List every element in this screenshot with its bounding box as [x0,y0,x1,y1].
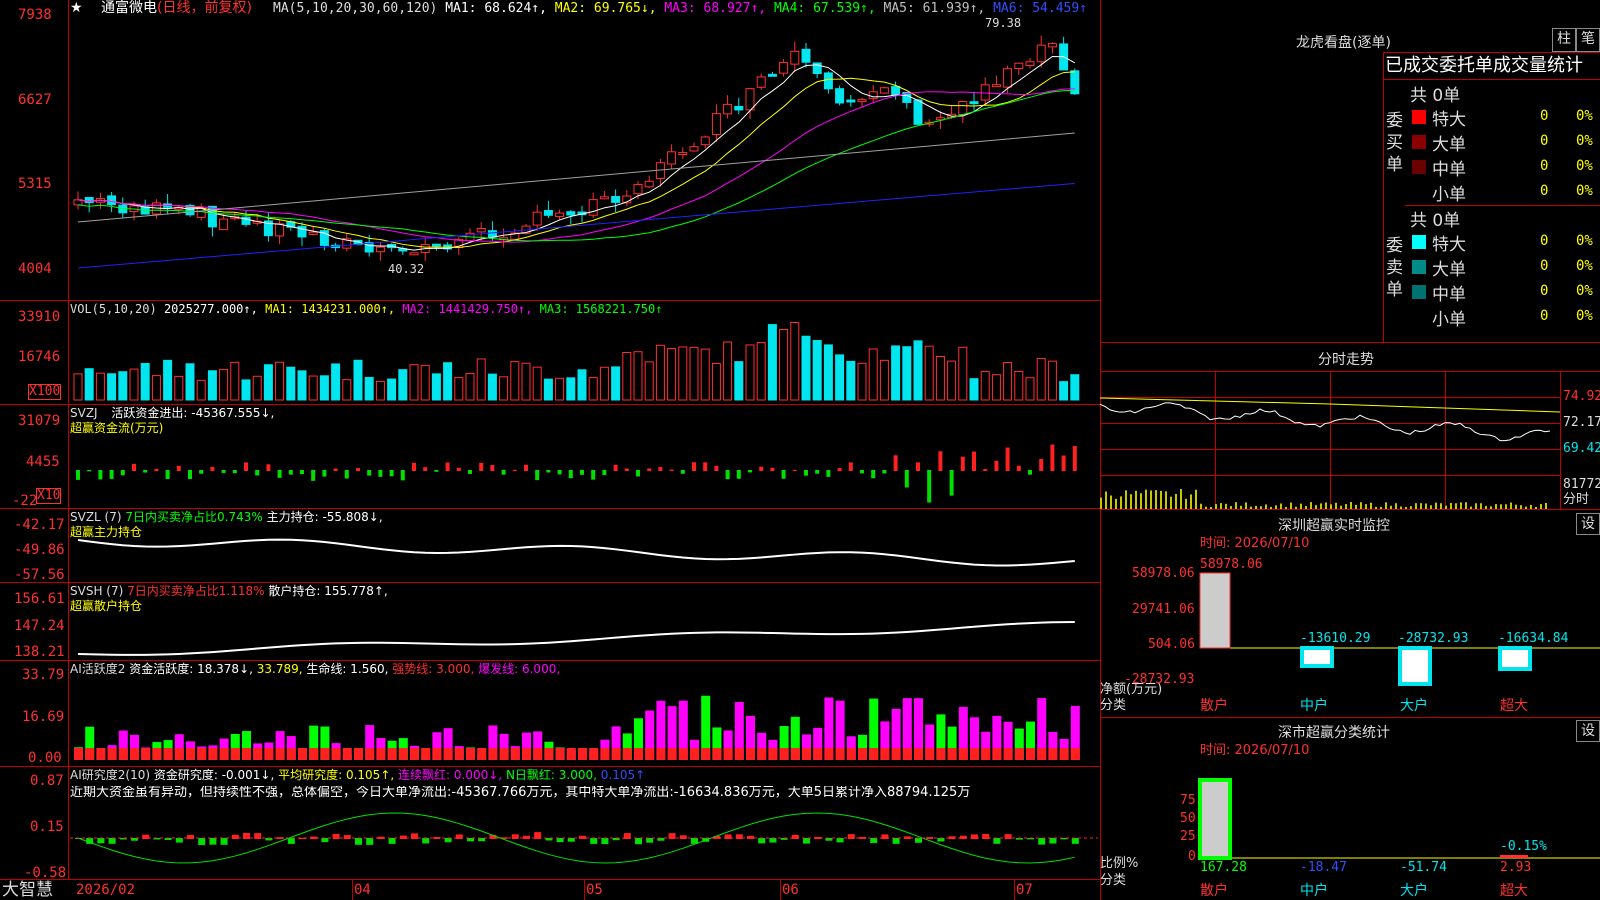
stats-bar [1198,778,1232,860]
stats-bars[interactable] [0,0,1600,900]
category-label: 超大 [1500,883,1528,899]
category-label: 散户 [1200,883,1228,899]
category-label: 中户 [1300,883,1328,899]
stats-bar [1500,855,1528,858]
category-label: 大户 [1400,883,1428,899]
